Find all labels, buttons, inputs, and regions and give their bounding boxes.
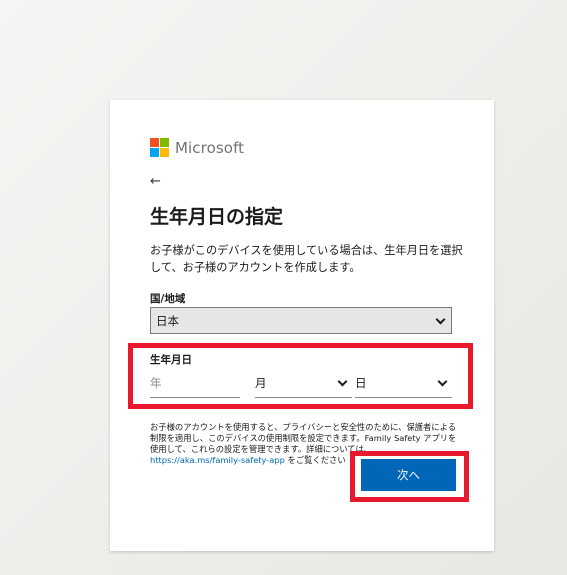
back-arrow-icon[interactable]: ←	[150, 174, 161, 189]
chevron-down-icon	[435, 314, 446, 325]
highlight-box-dob	[128, 343, 473, 409]
microsoft-logo-icon	[150, 138, 169, 157]
info-body: お子様のアカウントを使用すると、プライバシーと安全性のために、保護者による制限を…	[150, 422, 457, 454]
country-select[interactable]: 日本	[150, 307, 452, 334]
country-label: 国/地域	[150, 293, 186, 305]
info-suffix: をご覧ください	[284, 455, 346, 465]
page-description: お子様がこのデバイスを使用している場合は、生年月日を選択して、お子様のアカウント…	[150, 244, 463, 274]
family-safety-link[interactable]: https://aka.ms/family-safety-app	[150, 455, 285, 465]
next-button[interactable]: 次へ	[361, 459, 456, 491]
dialog-card: Microsoft ← 生年月日の指定 お子様がこのデバイスを使用している場合は…	[110, 100, 494, 551]
page-title: 生年月日の指定	[150, 206, 284, 228]
country-selected-value: 日本	[156, 313, 179, 328]
microsoft-logo: Microsoft	[150, 138, 244, 157]
brand-name: Microsoft	[175, 138, 245, 157]
